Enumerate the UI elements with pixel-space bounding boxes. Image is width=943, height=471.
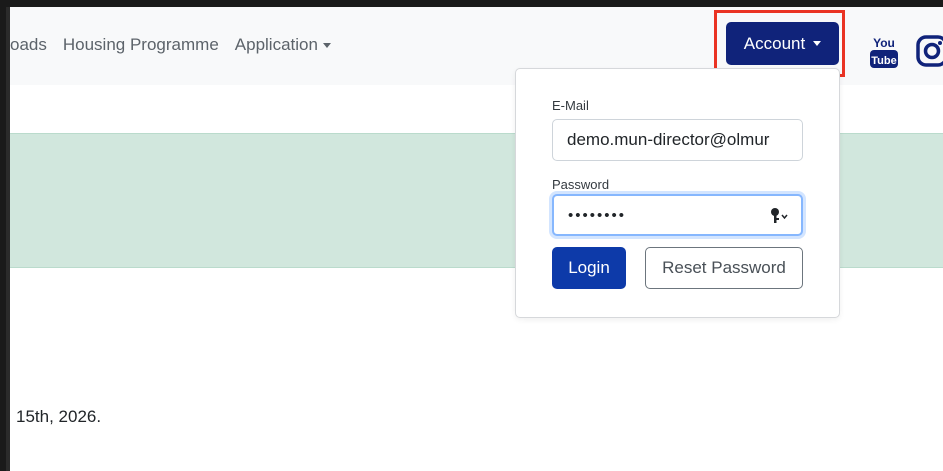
chevron-down-icon (813, 41, 822, 46)
account-button-label: Account (743, 33, 806, 53)
reset-password-button[interactable]: Reset Password (645, 247, 803, 289)
page: oads Housing Programme Application You T… (0, 0, 943, 471)
account-dropdown: E-Mail demo.mun-director@olmur Password … (515, 68, 840, 318)
nav-link-application-label: Application (234, 35, 318, 54)
email-field-value: demo.mun-director@olmur (567, 130, 770, 149)
instagram-icon[interactable] (916, 35, 943, 67)
email-field[interactable]: demo.mun-director@olmur (552, 119, 803, 161)
chevron-down-icon (322, 43, 331, 49)
body-text: 15th, 2026. (16, 407, 102, 426)
frame-left-edge (0, 0, 6, 471)
frame-top-edge (0, 0, 943, 7)
email-label: E-Mail (552, 98, 589, 113)
account-button[interactable]: Account (726, 22, 839, 65)
nav-link-housing-programme[interactable]: Housing Programme (63, 35, 219, 55)
password-field-value: •••••••• (568, 206, 627, 224)
youtube-icon-top: You (873, 36, 895, 50)
key-icon[interactable] (769, 207, 789, 225)
nav-links: oads Housing Programme Application (10, 35, 331, 55)
password-label: Password (552, 177, 610, 192)
youtube-icon-bottom: Tube (871, 55, 896, 67)
nav-link-application[interactable]: Application (235, 35, 331, 55)
nav-link-downloads[interactable]: oads (10, 35, 47, 55)
youtube-icon[interactable]: You Tube (870, 33, 898, 69)
login-button[interactable]: Login (552, 247, 626, 289)
password-field[interactable]: •••••••• (552, 194, 803, 236)
frame-inner-edge (6, 7, 10, 471)
